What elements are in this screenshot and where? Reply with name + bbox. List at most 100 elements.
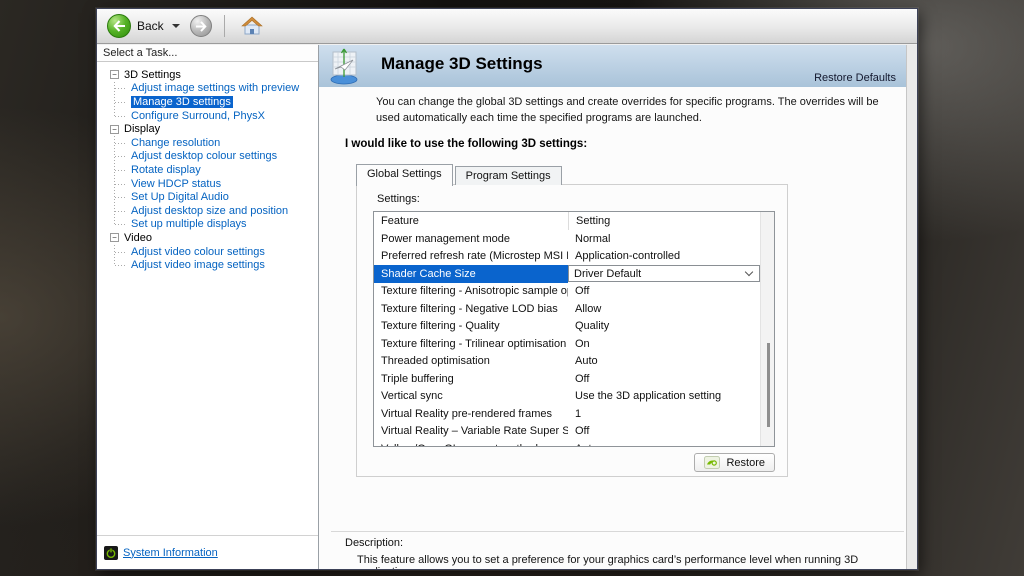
sidebar-item-adjust-desktop-size-and-position[interactable]: Adjust desktop size and position: [114, 204, 318, 218]
setting-cell[interactable]: Off: [568, 423, 760, 441]
table-row[interactable]: Power management modeNormal: [374, 230, 760, 248]
table-row[interactable]: Texture filtering - Anisotropic sample o…: [374, 283, 760, 301]
feature-cell[interactable]: Virtual Reality – Variable Rate Super Sa…: [374, 423, 568, 441]
sidebar-footer: System Information: [97, 535, 318, 569]
sidebar-item-change-resolution[interactable]: Change resolution: [114, 136, 318, 150]
scrollbar-thumb[interactable]: [767, 343, 770, 427]
feature-cell[interactable]: Vulkan/OpenGL present method: [374, 440, 568, 446]
main-scrollbar-area[interactable]: [906, 45, 917, 569]
collapse-icon[interactable]: −: [110, 70, 119, 79]
home-icon: [241, 16, 263, 36]
setting-cell[interactable]: Off: [568, 283, 760, 301]
back-history-caret-icon[interactable]: [172, 24, 180, 28]
settings-tabs: Global Settings Program Settings: [356, 164, 564, 185]
feature-cell[interactable]: Virtual Reality pre-rendered frames: [374, 405, 568, 423]
tab-global-settings[interactable]: Global Settings: [356, 164, 453, 186]
sidebar-item-rotate-display[interactable]: Rotate display: [114, 163, 318, 177]
sidebar-item-adjust-desktop-colour-settings[interactable]: Adjust desktop colour settings: [114, 150, 318, 164]
table-row[interactable]: Vertical syncUse the 3D application sett…: [374, 388, 760, 406]
table-row[interactable]: Texture filtering - Trilinear optimisati…: [374, 335, 760, 353]
page-header-band: Manage 3D Settings Restore Defaults: [319, 45, 906, 87]
setting-cell[interactable]: Application-controlled: [568, 248, 760, 266]
tree-children-video: Adjust video colour settingsAdjust video…: [114, 245, 318, 272]
table-row[interactable]: Virtual Reality pre-rendered frames1: [374, 405, 760, 423]
page-description: You can change the global 3D settings an…: [376, 95, 904, 127]
feature-cell[interactable]: Texture filtering - Anisotropic sample o…: [374, 283, 568, 301]
sidebar-item-label: View HDCP status: [131, 178, 221, 190]
setting-cell[interactable]: Driver Default: [568, 265, 760, 283]
setting-cell[interactable]: Normal: [568, 230, 760, 248]
tree-node-video[interactable]: −Video: [110, 231, 318, 245]
sidebar-item-manage-3d-settings[interactable]: Manage 3D settings: [114, 95, 318, 109]
tab-program-settings[interactable]: Program Settings: [455, 166, 562, 185]
sidebar-item-label: Set Up Digital Audio: [131, 191, 229, 203]
sidebar-item-label: Set up multiple displays: [131, 218, 247, 230]
sidebar-item-label: Change resolution: [131, 137, 220, 149]
tree-children-display: Change resolutionAdjust desktop colour s…: [114, 136, 318, 231]
restore-defaults-link[interactable]: Restore Defaults: [814, 72, 896, 84]
sidebar-item-set-up-multiple-displays[interactable]: Set up multiple displays: [114, 218, 318, 232]
setting-cell[interactable]: Auto: [568, 440, 760, 446]
forward-arrow-icon: [195, 21, 207, 32]
collapse-icon[interactable]: −: [110, 125, 119, 134]
sidebar-item-label: Adjust image settings with preview: [131, 82, 299, 94]
main-content: Manage 3D Settings Restore Defaults You …: [319, 45, 906, 569]
settings-list-scrollbar[interactable]: [760, 212, 774, 446]
settings-list-label: Settings:: [377, 193, 420, 205]
table-row[interactable]: Triple bufferingOff: [374, 370, 760, 388]
setting-column-header[interactable]: Setting: [568, 212, 760, 230]
table-row[interactable]: Virtual Reality – Variable Rate Super Sa…: [374, 423, 760, 441]
back-button[interactable]: [107, 14, 131, 38]
tree-node-display[interactable]: −Display: [110, 122, 318, 136]
setting-dropdown[interactable]: Driver Default: [568, 265, 760, 282]
dropdown-value: Driver Default: [574, 268, 641, 280]
tree-node-label: Display: [124, 123, 160, 135]
home-button[interactable]: [237, 12, 267, 40]
feature-cell[interactable]: Texture filtering - Negative LOD bias: [374, 300, 568, 318]
table-row[interactable]: Texture filtering - Negative LOD biasAll…: [374, 300, 760, 318]
collapse-icon[interactable]: −: [110, 233, 119, 242]
feature-column-header[interactable]: Feature: [374, 212, 568, 230]
table-row[interactable]: Threaded optimisationAuto: [374, 353, 760, 371]
setting-cell[interactable]: Quality: [568, 318, 760, 336]
feature-cell[interactable]: Power management mode: [374, 230, 568, 248]
feature-cell[interactable]: Triple buffering: [374, 370, 568, 388]
task-tree: −3D SettingsAdjust image settings with p…: [97, 62, 318, 533]
sidebar-item-label: Adjust video image settings: [131, 259, 265, 271]
table-row[interactable]: Preferred refresh rate (Microstep MSI MA…: [374, 248, 760, 266]
setting-cell[interactable]: Auto: [568, 353, 760, 371]
setting-cell[interactable]: 1: [568, 405, 760, 423]
feature-cell[interactable]: Texture filtering - Trilinear optimisati…: [374, 335, 568, 353]
restore-button-label: Restore: [726, 457, 765, 469]
feature-cell[interactable]: Texture filtering - Quality: [374, 318, 568, 336]
sidebar-item-label: Adjust video colour settings: [131, 246, 265, 258]
sidebar-item-label: Configure Surround, PhysX: [131, 110, 265, 122]
restore-button[interactable]: Restore: [694, 453, 775, 472]
sidebar-item-configure-surround-physx[interactable]: Configure Surround, PhysX: [114, 109, 318, 123]
back-button-label[interactable]: Back: [137, 19, 164, 33]
tree-node-3d-settings[interactable]: −3D Settings: [110, 68, 318, 82]
description-divider: [331, 531, 904, 532]
feature-cell[interactable]: Vertical sync: [374, 388, 568, 406]
chevron-down-icon: [745, 268, 753, 276]
sidebar-item-label: Adjust desktop size and position: [131, 205, 288, 217]
sidebar-item-view-hdcp-status[interactable]: View HDCP status: [114, 177, 318, 191]
sidebar-item-adjust-video-colour-settings[interactable]: Adjust video colour settings: [114, 245, 318, 259]
table-row[interactable]: Texture filtering - QualityQuality: [374, 318, 760, 336]
settings-list-header: Feature Setting: [374, 212, 760, 230]
forward-button[interactable]: [190, 15, 212, 37]
global-settings-panel: Settings: Feature Setting Power manageme…: [356, 184, 788, 477]
system-information-link[interactable]: System Information: [123, 547, 218, 559]
feature-cell[interactable]: Shader Cache Size: [374, 265, 568, 283]
table-row[interactable]: Shader Cache Size Driver Default: [374, 265, 760, 283]
sidebar-item-adjust-video-image-settings[interactable]: Adjust video image settings: [114, 258, 318, 272]
setting-cell[interactable]: Allow: [568, 300, 760, 318]
sidebar-item-set-up-digital-audio[interactable]: Set Up Digital Audio: [114, 190, 318, 204]
feature-cell[interactable]: Threaded optimisation: [374, 353, 568, 371]
table-row[interactable]: Vulkan/OpenGL present methodAuto: [374, 440, 760, 446]
setting-cell[interactable]: On: [568, 335, 760, 353]
setting-cell[interactable]: Off: [568, 370, 760, 388]
sidebar-item-adjust-image-settings-with-preview[interactable]: Adjust image settings with preview: [114, 82, 318, 96]
setting-cell[interactable]: Use the 3D application setting: [568, 388, 760, 406]
feature-cell[interactable]: Preferred refresh rate (Microstep MSI MA…: [374, 248, 568, 266]
